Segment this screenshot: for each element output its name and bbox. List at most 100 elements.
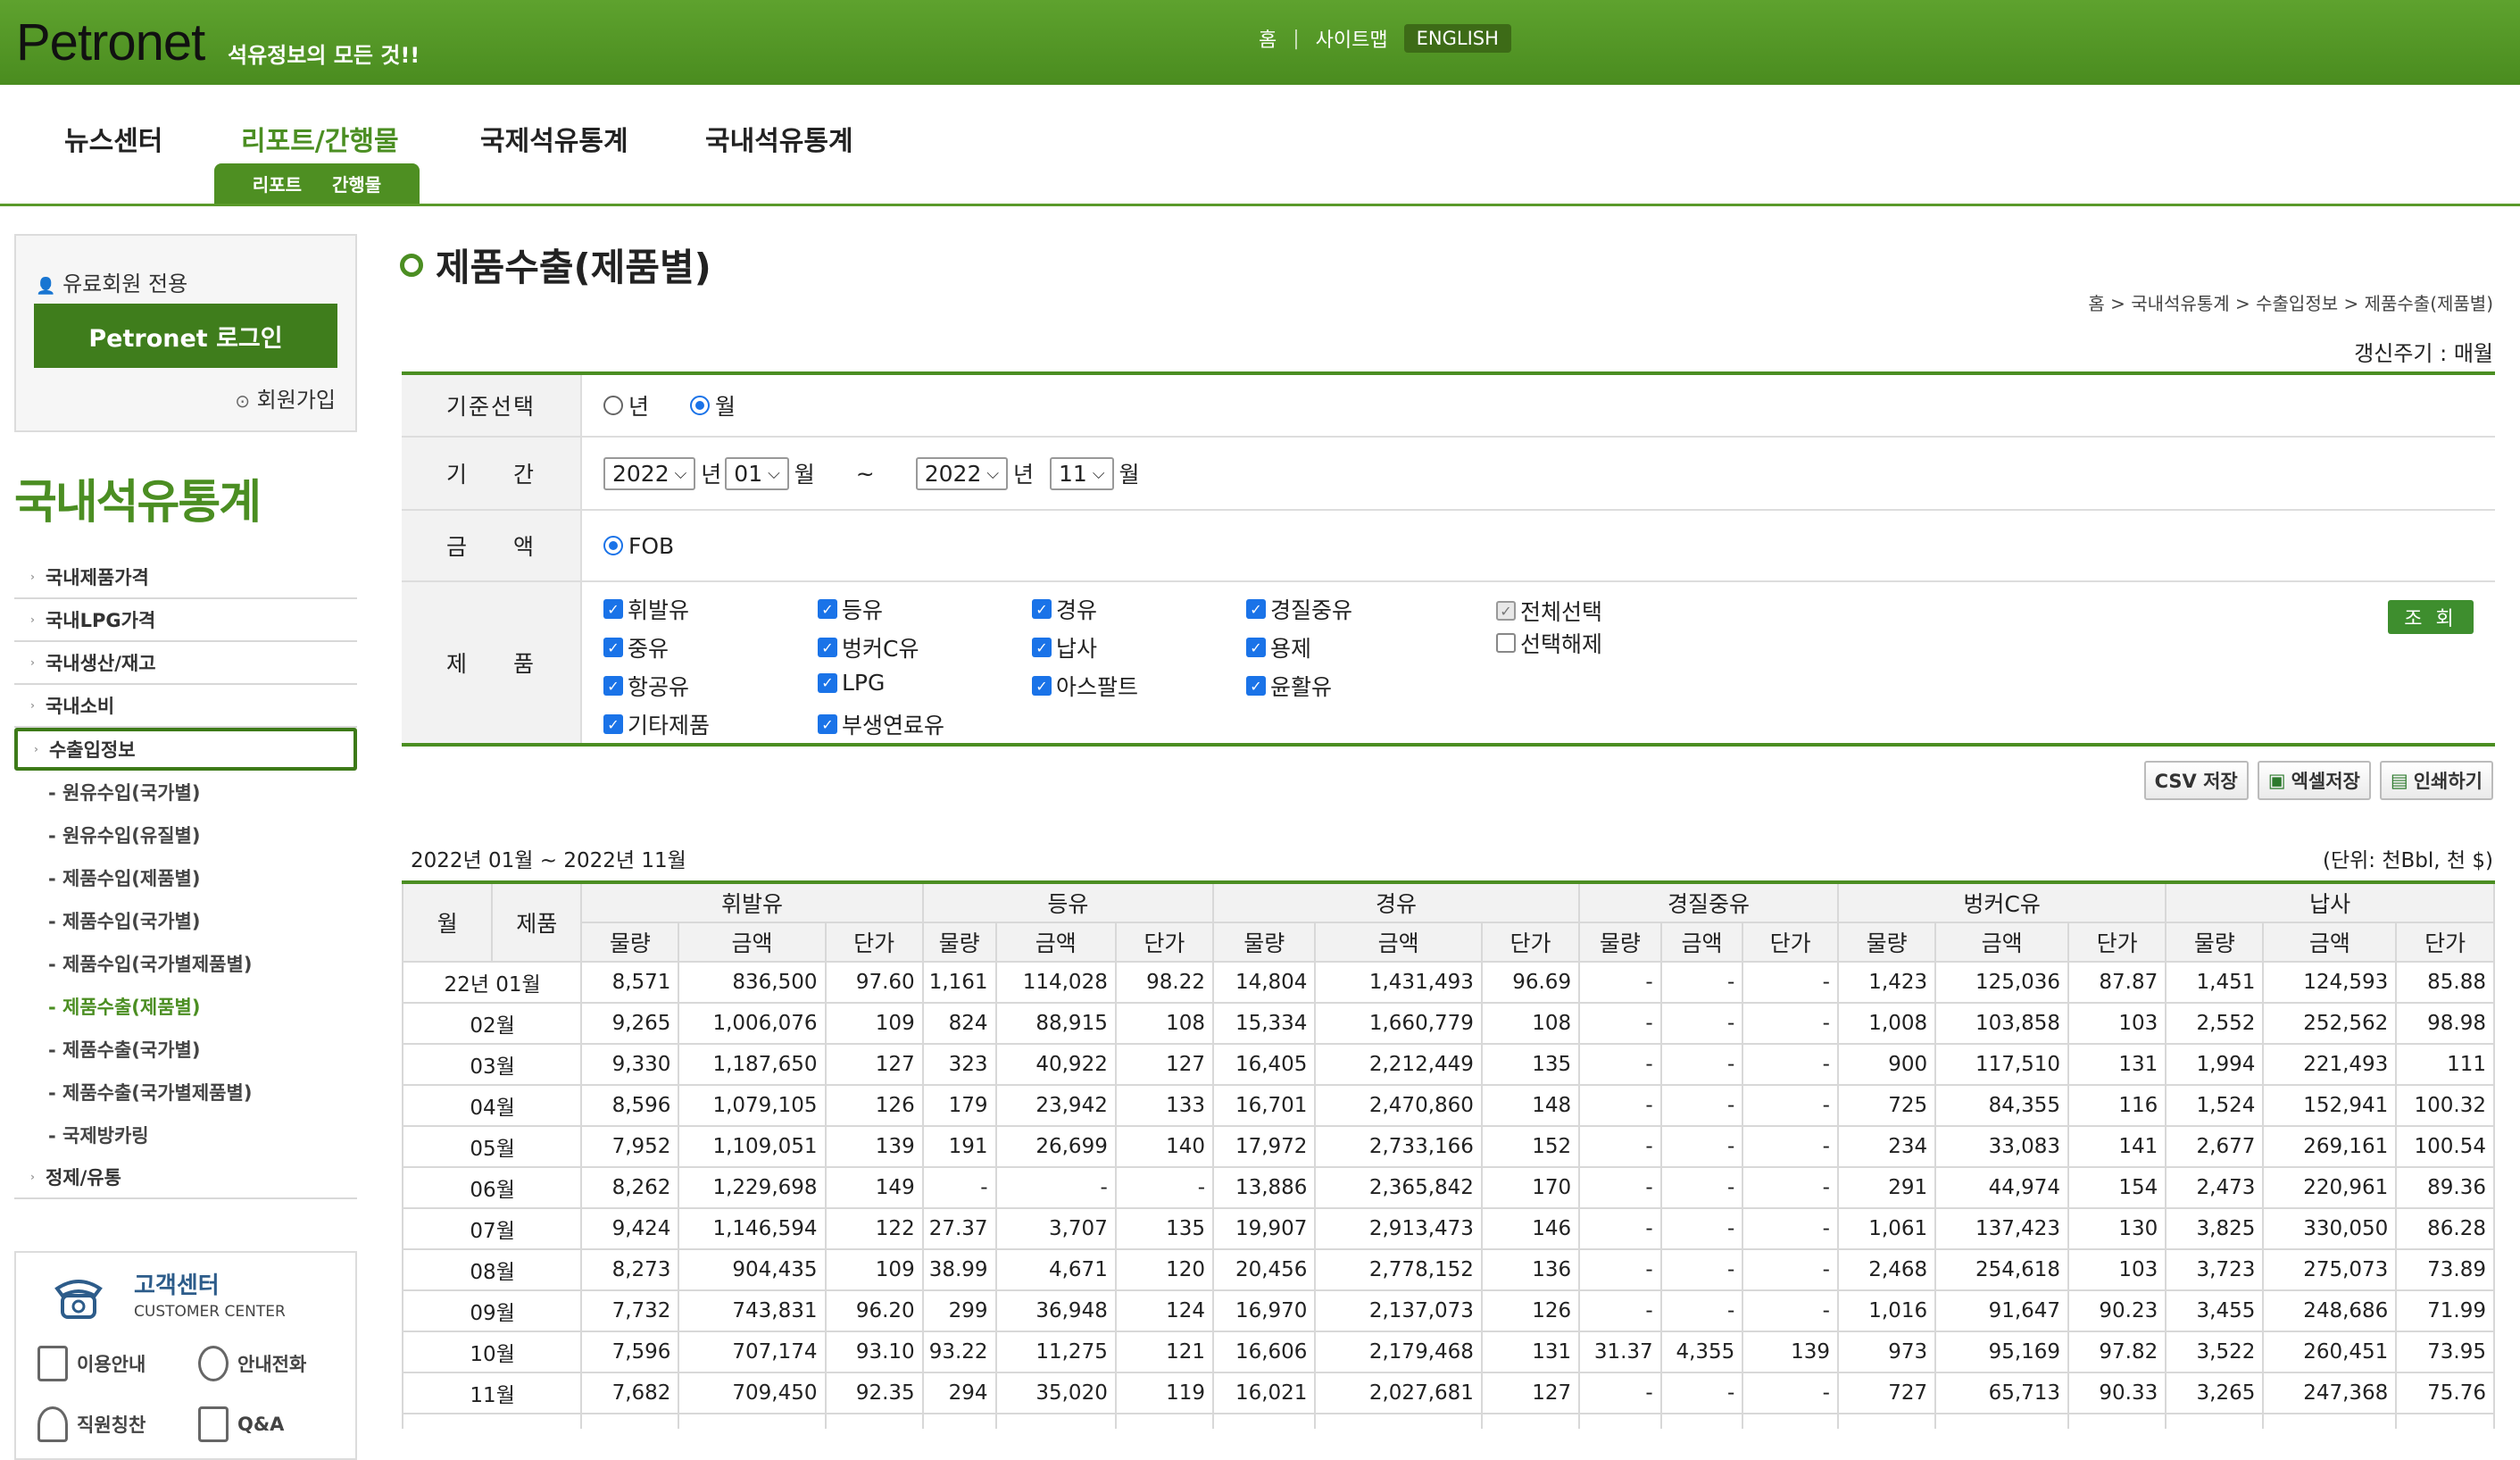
qna-link[interactable]: Q&A [198, 1406, 284, 1442]
sidebar-item-domestic-prices[interactable]: › 국내제품가격 [14, 556, 357, 599]
home-link[interactable]: 홈 [1259, 24, 1277, 53]
value-cell: 234 [1836, 1125, 1937, 1168]
sidebar-sub-crude-country[interactable]: - 원유수입(국가별) [14, 771, 357, 813]
value-cell: 137,423 [1934, 1207, 2070, 1250]
value-cell: 114,028 [994, 961, 1117, 1004]
sidebar-sub-bunkering[interactable]: - 국제방카링 [14, 1114, 357, 1156]
radio-month[interactable] [690, 396, 711, 415]
sidebar-item-production[interactable]: › 국내생산/재고 [14, 642, 357, 685]
group-header: 휘발유 [580, 881, 924, 923]
arrow-icon: › [30, 613, 35, 626]
sidebar-sub-export-country-product[interactable]: - 제품수출(국가별제품별) [14, 1071, 357, 1114]
value-cell: 2,137,073 [1314, 1289, 1483, 1332]
subcol-header: 금액 [994, 922, 1117, 963]
csv-save-button[interactable]: CSV 저장 [2143, 761, 2249, 800]
usage-guide-link[interactable]: 이용안내 [37, 1346, 146, 1381]
product-checkbox[interactable]: ✓ 기타제품 [603, 708, 710, 740]
group-header: 경질중유 [1578, 881, 1839, 923]
value-cell: 1,109,051 [678, 1125, 827, 1168]
check-icon: ✓ [1246, 638, 1266, 657]
value-cell: 2,778,152 [1314, 1248, 1483, 1291]
value-cell: 98.22 [1114, 961, 1215, 1004]
sidebar-item-import-export[interactable]: › 수출입정보 [14, 728, 357, 771]
petronet-logo[interactable]: Petronet [16, 13, 205, 72]
product-checkbox[interactable]: ✓ 경유 [1032, 593, 1097, 625]
sidebar-item-label: 정제/유통 [45, 1167, 121, 1189]
value-cell: - [1659, 1289, 1744, 1332]
product-checkbox[interactable]: ✓ 납사 [1032, 631, 1097, 663]
export-tools: CSV 저장 ▣ 엑셀저장 ▤ 인쇄하기 [2143, 761, 2493, 800]
value-cell: 252,562 [2262, 1002, 2398, 1045]
phone-guide-link[interactable]: 안내전화 [198, 1346, 306, 1381]
value-cell: - [1659, 961, 1744, 1004]
to-year-select[interactable]: 2022 ⌵ [915, 456, 1009, 490]
radio-year[interactable] [603, 396, 623, 415]
from-month-select[interactable]: 01 ⌵ [725, 456, 789, 490]
export-data-table: 월 제품 휘발유 등유 경유 경질중유 벙커C유 납사 물량 금액 단가 물량 금액 단가… [401, 880, 2495, 1429]
product-checkbox[interactable]: ✓ 경질중유 [1246, 593, 1352, 625]
product-checkbox[interactable]: ✓ 등유 [818, 593, 883, 625]
sidebar-sub-import-product[interactable]: - 제품수입(제품별) [14, 856, 357, 899]
value-cell: - [1742, 961, 1839, 1004]
sidebar-sub-export-product[interactable]: - 제품수출(제품별) [14, 985, 357, 1028]
deselect-all-checkbox[interactable]: 선택해제 [1496, 627, 1602, 659]
check-icon: ✓ [1032, 638, 1052, 657]
subtab-reports[interactable]: 리포트 [253, 171, 302, 196]
nav-news-center[interactable]: 뉴스센터 [64, 119, 162, 158]
radio-fob[interactable] [603, 536, 623, 555]
login-button[interactable]: Petronet 로그인 [34, 304, 337, 368]
sidebar-item-lpg-prices[interactable]: › 국내LPG가격 [14, 599, 357, 642]
product-label: 제 품 [402, 582, 582, 743]
product-checkbox[interactable]: ✓ 부생연료유 [818, 708, 944, 740]
sidebar-sub-crude-quality[interactable]: - 원유수입(유질별) [14, 813, 357, 856]
value-cell: 116 [2067, 1084, 2167, 1127]
product-checkbox[interactable]: ✓ 용제 [1246, 631, 1311, 663]
product-checkbox[interactable]: ✓ 중유 [603, 631, 669, 663]
value-cell [1659, 1413, 1744, 1429]
qna-label: Q&A [237, 1414, 285, 1435]
excel-save-button[interactable]: ▣ 엑셀저장 [2257, 761, 2371, 800]
value-cell: - [1578, 1372, 1662, 1414]
to-month-select[interactable]: 11 ⌵ [1050, 456, 1114, 490]
title-bullet-icon [400, 253, 423, 277]
sidebar-sub-export-country[interactable]: - 제품수출(국가별) [14, 1028, 357, 1071]
breadcrumb: 홈 > 국내석유통계 > 수출입정보 > 제품수출(제품별) [2088, 293, 2493, 314]
reports-subtab-bar: 리포트 간행물 [214, 163, 420, 204]
print-button[interactable]: ▤ 인쇄하기 [2379, 761, 2493, 800]
sidebar-item-consumption[interactable]: › 국내소비 [14, 685, 357, 728]
value-cell: 40,922 [994, 1043, 1117, 1086]
sidebar-sub-import-country-product[interactable]: - 제품수입(국가별제품별) [14, 942, 357, 985]
value-cell: 19,907 [1212, 1207, 1317, 1250]
value-cell: 96.20 [824, 1289, 924, 1332]
product-checkbox[interactable]: ✓ 벙커C유 [818, 631, 919, 663]
value-cell: 71.99 [2395, 1289, 2495, 1332]
product-checkbox[interactable]: ✓ 아스팔트 [1032, 670, 1138, 702]
staff-praise-link[interactable]: 직원칭찬 [37, 1406, 146, 1442]
nav-domestic-stats[interactable]: 국내석유통계 [705, 119, 853, 158]
sidebar-item-refining[interactable]: › 정제/유통 [14, 1156, 357, 1199]
product-checkbox[interactable]: ✓ 항공유 [603, 670, 689, 702]
value-cell: 1,161 [921, 961, 997, 1004]
table-row: 07월 9,424 1,146,594 122 27.37 3,707 135 19,907 2… [401, 1207, 2495, 1250]
question-icon [198, 1406, 229, 1442]
sitemap-link[interactable]: 사이트맵 [1316, 24, 1388, 53]
from-year-select[interactable]: 2022 ⌵ [603, 456, 696, 490]
nav-reports[interactable]: 리포트/간행물 [241, 119, 399, 158]
product-checkbox[interactable]: ✓ LPG [818, 670, 885, 696]
value-cell: 2,913,473 [1314, 1207, 1483, 1250]
subtab-publications[interactable]: 간행물 [332, 171, 381, 196]
english-button[interactable]: ENGLISH [1403, 24, 1511, 53]
select-all-checkbox[interactable]: ✓ 전체선택 [1496, 595, 1602, 627]
join-link[interactable]: ⊙ 회원가입 [235, 382, 336, 413]
sidebar-sub-import-country[interactable]: - 제품수입(국가별) [14, 899, 357, 942]
value-cell: 20,456 [1212, 1248, 1317, 1291]
product-checkbox[interactable]: ✓ 윤활유 [1246, 670, 1332, 702]
value-cell: 121 [1114, 1331, 1215, 1373]
table-row: 06월 8,262 1,229,698 149- - -13,886 2,365,842 17… [401, 1166, 2495, 1209]
value-cell: 275,073 [2262, 1248, 2398, 1291]
product-checkbox[interactable]: ✓ 휘발유 [603, 593, 689, 625]
search-button[interactable]: 조 회 [2388, 600, 2474, 634]
nav-intl-stats[interactable]: 국제석유통계 [480, 119, 628, 158]
customer-center-title: 고객센터 [134, 1272, 220, 1299]
radio-fob-label: FOB [628, 532, 675, 559]
